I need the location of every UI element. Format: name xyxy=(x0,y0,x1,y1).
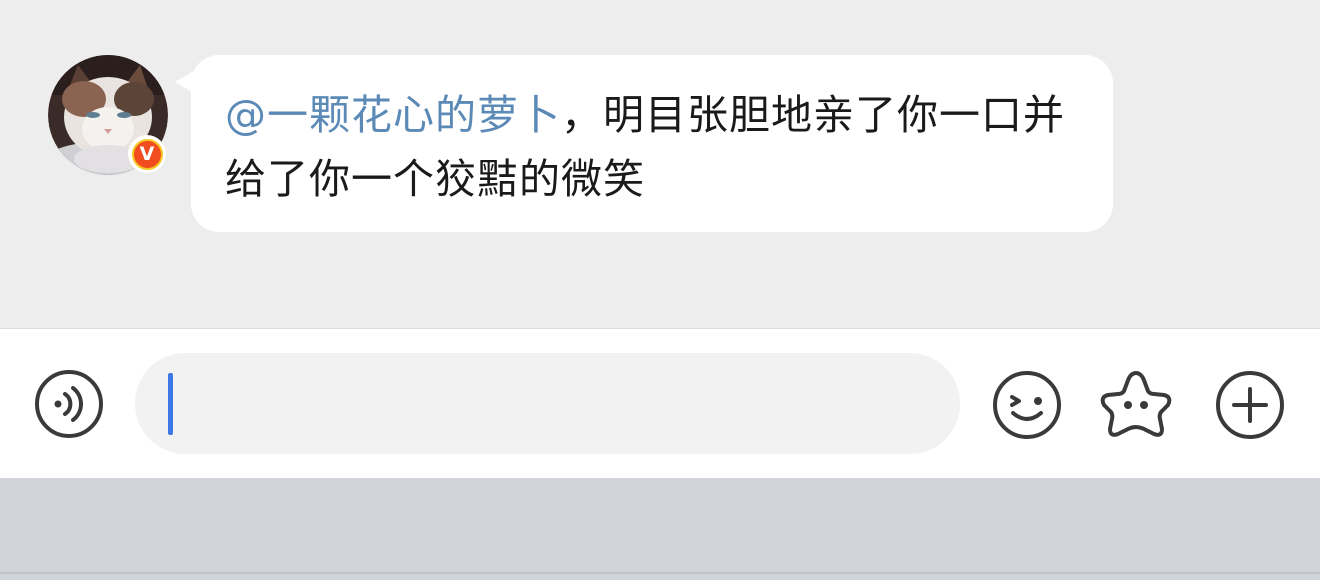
plus-circle-icon xyxy=(1216,371,1284,439)
message-bubble[interactable]: @一颗花心的萝卜，明目张胆地亲了你一口并给了你一个狡黠的微笑 xyxy=(191,55,1113,232)
verified-v-icon: V xyxy=(131,138,163,170)
wink-face-icon xyxy=(993,371,1061,439)
more-button[interactable] xyxy=(1214,369,1286,441)
voice-wave-icon xyxy=(35,370,103,438)
verified-badge: V xyxy=(128,135,166,173)
sticker-button[interactable] xyxy=(1098,367,1174,441)
emoji-button[interactable] xyxy=(991,369,1063,441)
mention-link[interactable]: @一颗花心的萝卜 xyxy=(225,91,561,139)
avatar[interactable]: V xyxy=(48,55,168,175)
voice-button[interactable] xyxy=(34,369,104,439)
message-text: @一颗花心的萝卜，明目张胆地亲了你一口并给了你一个狡黠的微笑 xyxy=(225,83,1083,211)
text-caret xyxy=(168,373,173,435)
divider xyxy=(0,572,1320,574)
keyboard-area xyxy=(0,478,1320,580)
message-input[interactable] xyxy=(135,353,960,454)
chat-area: V @一颗花心的萝卜，明目张胆地亲了你一口并给了你一个狡黠的微笑 xyxy=(0,0,1320,328)
input-bar xyxy=(0,328,1320,478)
star-face-icon xyxy=(1100,371,1172,437)
